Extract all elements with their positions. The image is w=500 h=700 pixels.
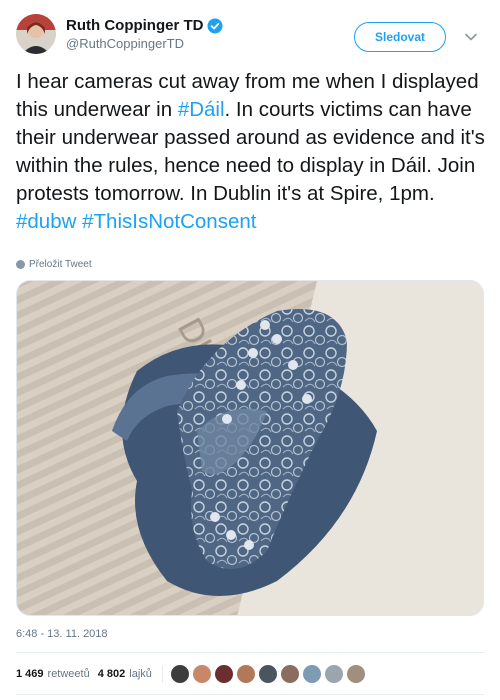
liker-avatar[interactable] — [192, 665, 211, 683]
author-avatar[interactable] — [16, 14, 56, 54]
liker-avatar[interactable] — [170, 665, 189, 683]
like-label: lajků — [129, 668, 152, 680]
liker-avatar[interactable] — [346, 665, 365, 683]
divider-bottom — [16, 694, 484, 695]
liker-avatar[interactable] — [258, 665, 277, 683]
chevron-down-icon — [465, 33, 477, 41]
tweet-text: I hear cameras cut away from me when I d… — [16, 68, 486, 236]
liker-avatar[interactable] — [214, 665, 233, 683]
tweet-stats: 1 469 retweetů 4 802 lajků — [16, 664, 365, 684]
verified-badge-icon — [207, 18, 223, 33]
liker-avatar[interactable] — [324, 665, 343, 683]
tweet-header: Ruth Coppinger TD @RuthCoppingerTD Sledo… — [16, 14, 484, 58]
liker-avatars — [170, 665, 365, 683]
like-number: 4 802 — [97, 668, 126, 680]
retweet-label: retweetů — [47, 668, 90, 680]
author-names: Ruth Coppinger TD @RuthCoppingerTD — [66, 17, 223, 51]
divider-top — [16, 652, 484, 653]
tweet-photo[interactable]: DUN — [16, 280, 484, 616]
liker-avatar[interactable] — [236, 665, 255, 683]
globe-icon — [16, 260, 25, 269]
liker-avatar[interactable] — [302, 665, 321, 683]
retweet-number: 1 469 — [16, 668, 44, 680]
hashtag-link[interactable]: #ThisIsNotConsent — [82, 210, 256, 233]
liker-avatar[interactable] — [280, 665, 299, 683]
follow-button[interactable]: Sledovat — [354, 22, 446, 52]
like-count[interactable]: 4 802 lajků — [98, 668, 152, 680]
author-display-name[interactable]: Ruth Coppinger TD — [66, 17, 203, 34]
stats-separator — [161, 665, 163, 683]
translate-tweet-link[interactable]: Přeložit Tweet — [16, 259, 92, 270]
retweet-count[interactable]: 1 469 retweetů — [16, 668, 90, 680]
hashtag-link[interactable]: #dubw — [16, 210, 76, 233]
hashtag-link[interactable]: #Dáil — [178, 98, 225, 121]
translate-label: Přeložit Tweet — [29, 259, 92, 270]
author-handle[interactable]: @RuthCoppingerTD — [66, 36, 223, 51]
display-name-row: Ruth Coppinger TD — [66, 17, 223, 34]
more-options-button[interactable] — [462, 28, 480, 46]
tweet-timestamp[interactable]: 6:48 - 13. 11. 2018 — [16, 628, 108, 640]
